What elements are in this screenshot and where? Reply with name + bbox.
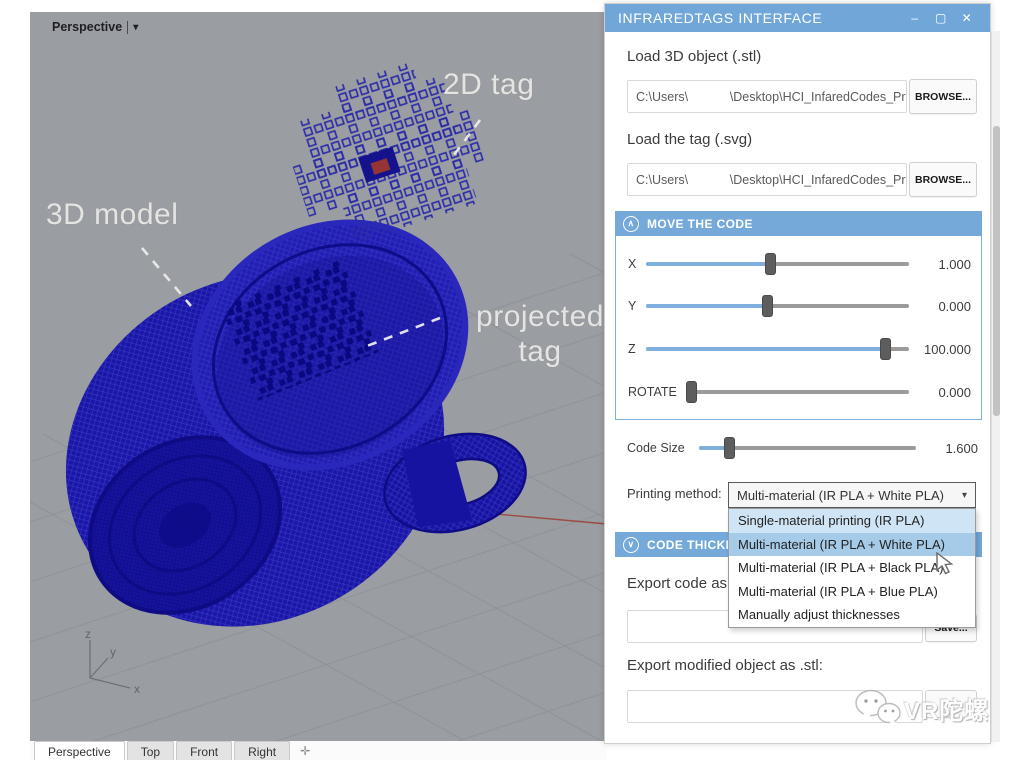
- rotate-slider-thumb[interactable]: [686, 381, 697, 403]
- watermark-text: VR陀螺: [904, 691, 989, 726]
- axis-z-label: z: [85, 627, 91, 641]
- code-size-row: Code Size 1.600: [627, 436, 978, 460]
- watermark: VR陀螺: [852, 686, 989, 730]
- annotation-projected-tag: projected tag: [445, 300, 607, 369]
- export-code-label: Export code as .s: [627, 575, 743, 592]
- slider-row-rotate: ROTATE 0.000: [628, 380, 971, 404]
- axis-x-label: x: [134, 682, 140, 696]
- panel-scrollbar[interactable]: [991, 31, 1000, 742]
- expand-icon[interactable]: ∨: [623, 537, 639, 553]
- pan-views-icon[interactable]: ✛: [292, 741, 318, 760]
- tab-perspective[interactable]: Perspective: [34, 741, 125, 760]
- close-icon[interactable]: ✕: [954, 11, 980, 25]
- load-object-path-input[interactable]: C:\Users\ \Desktop\HCI_InfaredCodes_Prc: [627, 80, 907, 113]
- x-slider-thumb[interactable]: [765, 253, 776, 275]
- mouse-cursor-icon: [935, 552, 957, 581]
- z-slider-thumb[interactable]: [880, 338, 891, 360]
- load-object-label: Load 3D object (.stl): [627, 48, 761, 65]
- chevron-down-icon[interactable]: ▾: [133, 22, 138, 33]
- export-object-label: Export modified object as .stl:: [627, 657, 823, 674]
- tab-right[interactable]: Right: [234, 741, 290, 760]
- move-code-section-body: X 1.000 Y 0.000 Z: [615, 236, 982, 420]
- x-slider[interactable]: [646, 262, 909, 266]
- annotation-2d-tag: 2D tag: [443, 68, 534, 102]
- viewport-title-label: Perspective: [52, 20, 122, 34]
- dropdown-option-single-material[interactable]: Single-material printing (IR PLA): [729, 509, 975, 533]
- y-slider-thumb[interactable]: [762, 295, 773, 317]
- maximize-icon[interactable]: ▢: [928, 11, 954, 25]
- 3d-viewport[interactable]: Perspective ▾ 2D tag 3D model projected …: [30, 12, 607, 741]
- rotate-slider[interactable]: [687, 390, 909, 394]
- slider-row-x: X 1.000: [628, 252, 971, 276]
- move-code-section-header[interactable]: ∧ MOVE THE CODE: [615, 211, 982, 236]
- viewport-title-separator: [127, 21, 128, 34]
- load-tag-label: Load the tag (.svg): [627, 131, 752, 148]
- browse-tag-button[interactable]: BROWSE...: [909, 162, 977, 197]
- y-slider[interactable]: [646, 304, 909, 308]
- application-window: Perspective ▾ 2D tag 3D model projected …: [0, 0, 1024, 760]
- printing-method-select[interactable]: Multi-material (IR PLA + White PLA) ▾: [728, 482, 976, 508]
- wechat-logo-icon: [852, 686, 904, 730]
- z-slider[interactable]: [646, 347, 909, 351]
- load-tag-path-input[interactable]: C:\Users\ \Desktop\HCI_InfaredCodes_Prc: [627, 163, 907, 196]
- panel-title: INFRAREDTAGS INTERFACE: [618, 10, 822, 26]
- collapse-icon[interactable]: ∧: [623, 216, 639, 232]
- code-size-slider[interactable]: [699, 446, 916, 450]
- dropdown-option-blue-pla[interactable]: Multi-material (IR PLA + Blue PLA): [729, 580, 975, 604]
- chevron-down-icon: ▾: [962, 490, 967, 501]
- printing-method-label: Printing method:: [627, 486, 722, 501]
- slider-row-z: Z 100.000: [628, 337, 971, 361]
- browse-object-button[interactable]: BROWSE...: [909, 79, 977, 114]
- scrollbar-thumb[interactable]: [993, 126, 1000, 416]
- code-size-slider-thumb[interactable]: [724, 437, 735, 459]
- viewport-tab-bar: Perspective Top Front Right ✛: [30, 741, 607, 760]
- viewport-title[interactable]: Perspective ▾: [52, 20, 138, 34]
- minimize-icon[interactable]: –: [902, 11, 928, 25]
- dropdown-option-manual[interactable]: Manually adjust thicknesses: [729, 603, 975, 627]
- annotation-3d-model: 3D model: [46, 198, 178, 232]
- infraredtags-panel: INFRAREDTAGS INTERFACE – ▢ ✕ Load 3D obj…: [604, 3, 991, 744]
- panel-title-bar[interactable]: INFRAREDTAGS INTERFACE – ▢ ✕: [605, 4, 990, 32]
- tab-top[interactable]: Top: [127, 741, 174, 760]
- slider-row-y: Y 0.000: [628, 294, 971, 318]
- axis-y-label: y: [110, 645, 116, 659]
- axis-indicator: z y x: [58, 626, 158, 701]
- tab-front[interactable]: Front: [176, 741, 232, 760]
